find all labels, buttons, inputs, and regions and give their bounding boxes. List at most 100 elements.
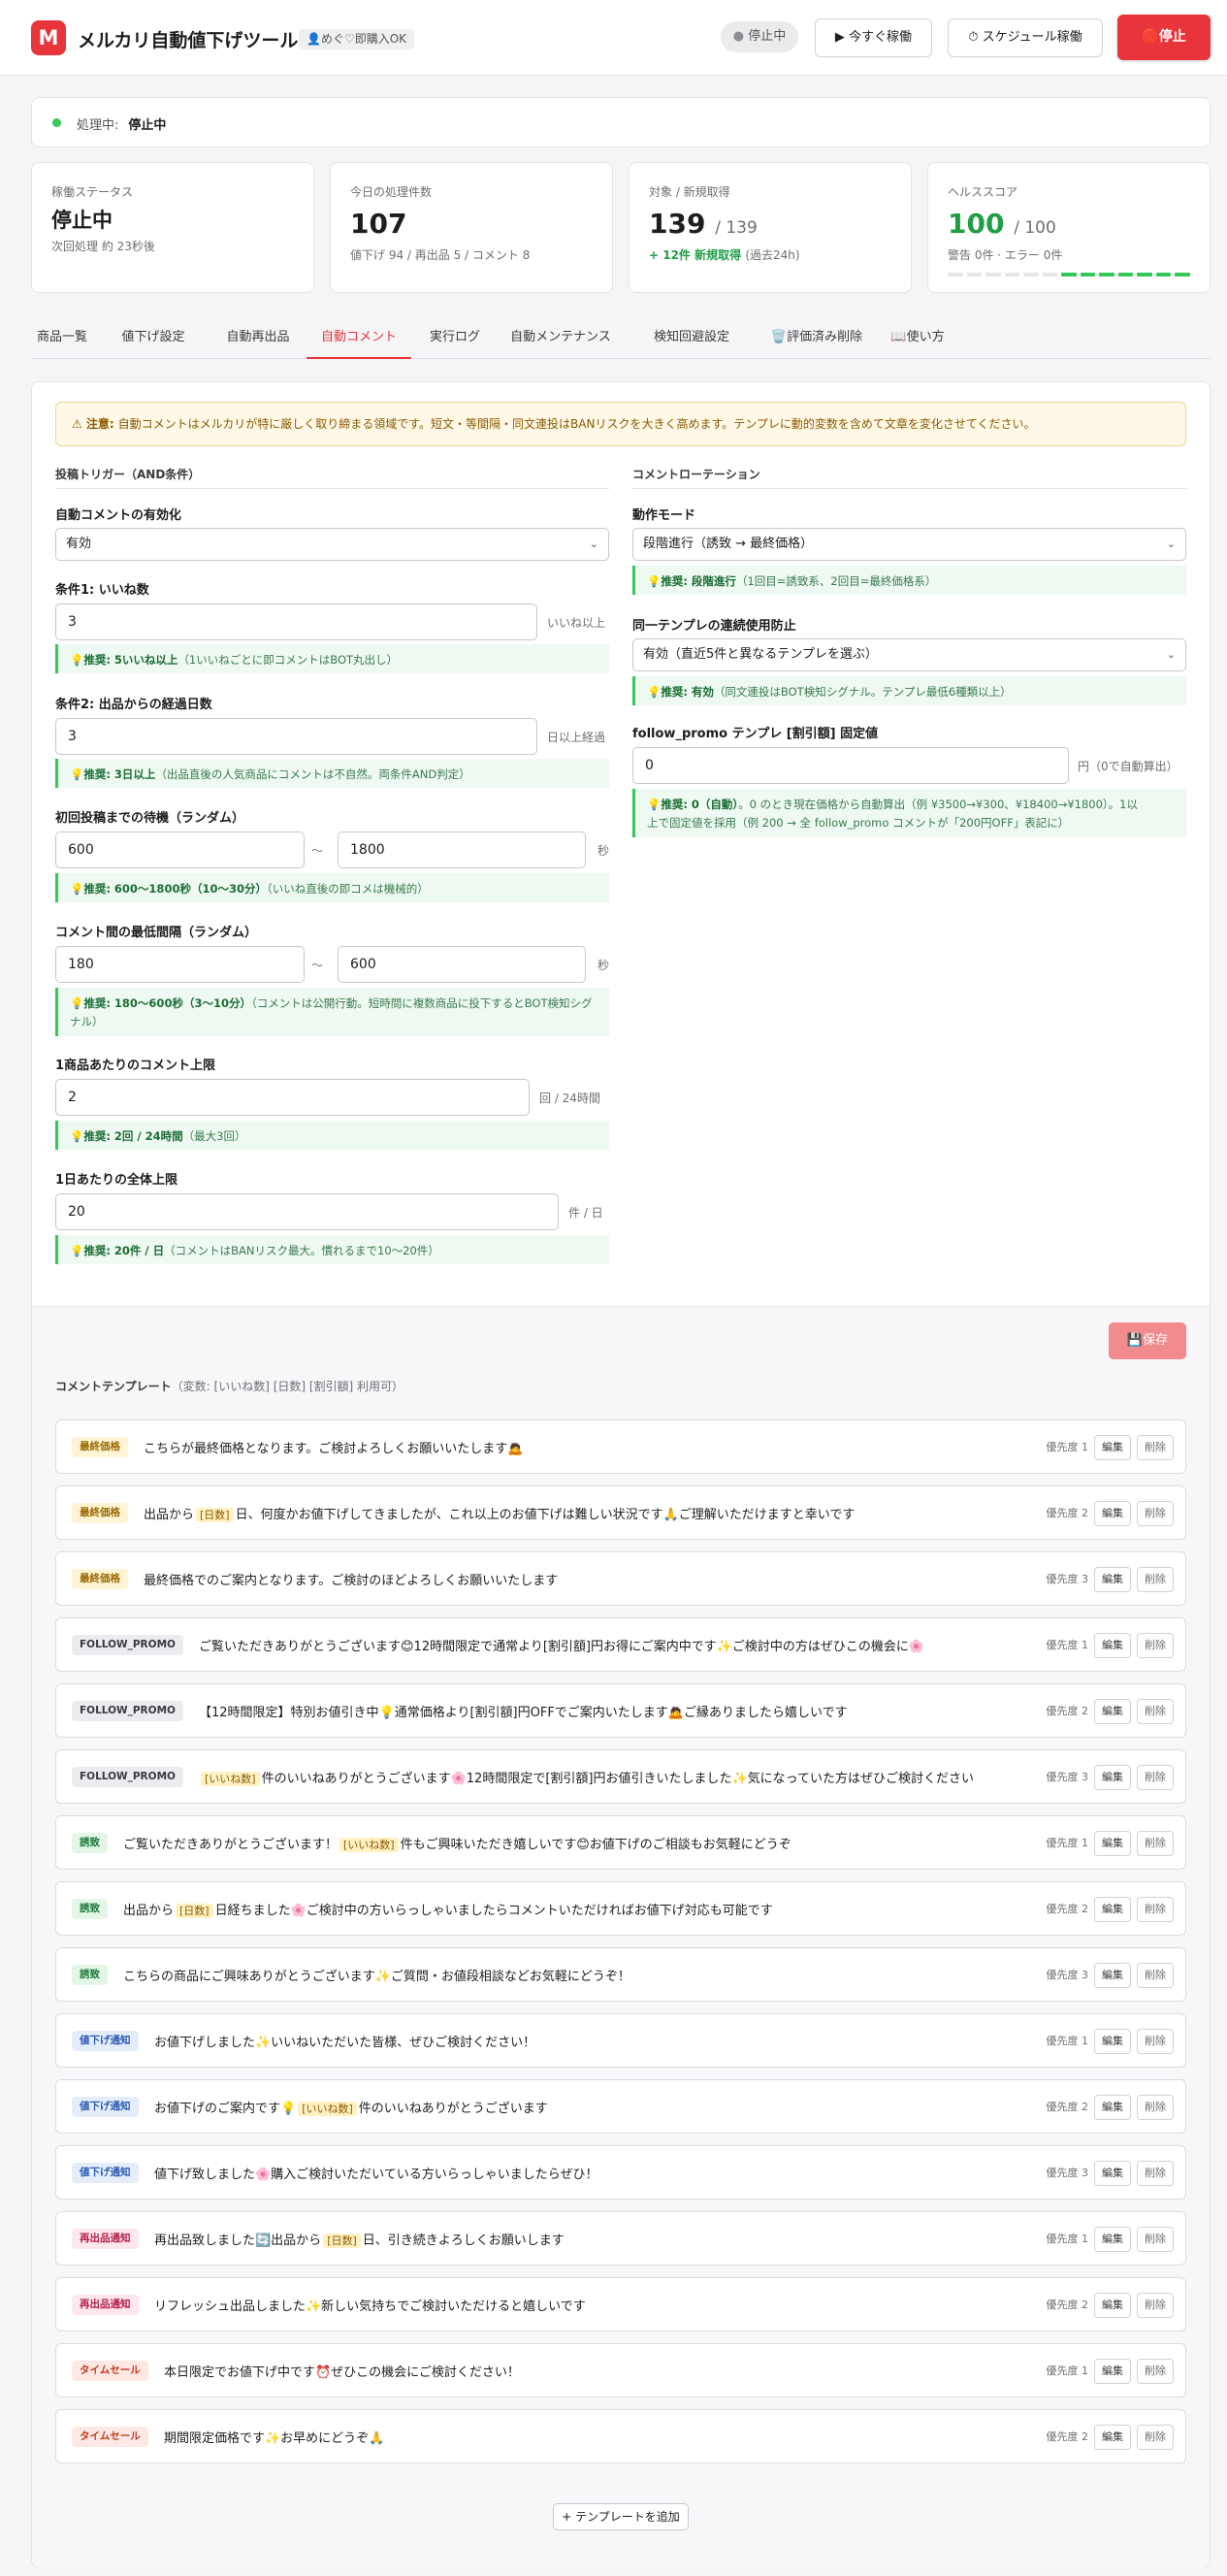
edit-template-button[interactable]: 編集 — [1094, 1501, 1131, 1526]
promo-tip: 💡推奨: 0（自動）。0 のとき現在価格から自動算出（例 ¥3500→¥300、… — [632, 789, 1186, 837]
per-item-unit: 回 / 24時間 — [539, 1092, 600, 1105]
edit-template-button[interactable]: 編集 — [1094, 1633, 1131, 1658]
tab-8[interactable]: 🗑️評価済み削除 — [753, 316, 881, 359]
template-row: 値下げ通知 値下げ致しました🌸購入ご検討いただいている方いらっしゃいましたらぜひ！… — [55, 2145, 1186, 2200]
template-tag: タイムセール — [72, 2427, 148, 2447]
delete-template-button[interactable]: 削除 — [1137, 1633, 1174, 1658]
health-bar-segment — [1099, 273, 1114, 277]
promo-input[interactable]: 0 — [632, 747, 1069, 784]
edit-template-button[interactable]: 編集 — [1094, 1897, 1131, 1922]
wait-unit: 秒 — [597, 844, 610, 858]
edit-template-button[interactable]: 編集 — [1094, 1567, 1131, 1592]
edit-template-button[interactable]: 編集 — [1094, 2425, 1131, 2450]
delete-template-button[interactable]: 削除 — [1137, 1435, 1174, 1460]
delete-template-button[interactable]: 削除 — [1137, 1963, 1174, 1988]
add-template-button[interactable]: + テンプレートを追加 — [553, 2503, 689, 2530]
template-row: 値下げ通知 お値下げのご案内です💡 [いいね数] 件のいいねありがとうございます 優先度… — [55, 2079, 1186, 2134]
schedule-run-button[interactable]: ⏱ スケジュール稼働 — [948, 18, 1103, 57]
chevron-down-icon: ⌄ — [589, 538, 598, 550]
delete-template-button[interactable]: 削除 — [1137, 1831, 1174, 1856]
edit-template-button[interactable]: 編集 — [1094, 1831, 1131, 1856]
tab-9[interactable]: 📖使い方 — [885, 316, 951, 359]
promo-unit: 円（0で自動算出） — [1078, 760, 1179, 773]
delete-template-button[interactable]: 削除 — [1137, 1567, 1174, 1592]
template-priority: 優先度 1 — [1046, 2035, 1089, 2047]
edit-template-button[interactable]: 編集 — [1094, 1699, 1131, 1724]
tab-2[interactable]: 値下げ設定 — [114, 316, 192, 359]
template-tag: 誘致 — [72, 1899, 108, 1919]
tab-6[interactable]: 自動メンテナンス — [497, 316, 625, 359]
edit-template-button[interactable]: 編集 — [1094, 1765, 1131, 1790]
save-button[interactable]: 💾保存 — [1109, 1322, 1186, 1359]
stat-card-health: ヘルススコア 100 / 100 警告 0件 · エラー 0件 — [927, 162, 1211, 293]
repeat-tip: 💡推奨: 有効（同文連投はBOT検知シグナル。テンプレ最低6種類以上） — [632, 676, 1186, 705]
delete-template-button[interactable]: 削除 — [1137, 2161, 1174, 2186]
template-row: 再出品通知 再出品致しました🔄出品から [日数] 日、引き続きよろしくお願いします 優先… — [55, 2211, 1186, 2266]
stat-value: 107 — [350, 208, 407, 240]
delete-template-button[interactable]: 削除 — [1137, 2293, 1174, 2318]
repeat-select[interactable]: 有効（直近5件と異なるテンプレを選ぶ） ⌄ — [632, 638, 1186, 671]
template-row: FOLLOW_PROMO [いいね数] 件のいいねありがとうございます🌸12時間限定… — [55, 1749, 1186, 1804]
interval-min-input[interactable]: 180 — [55, 946, 305, 983]
interval-max-input[interactable]: 600 — [338, 946, 586, 983]
template-tag: 再出品通知 — [72, 2295, 139, 2315]
delete-template-button[interactable]: 削除 — [1137, 2425, 1174, 2450]
edit-template-button[interactable]: 編集 — [1094, 1963, 1131, 1988]
edit-template-button[interactable]: 編集 — [1094, 2359, 1131, 2384]
wait-min-input[interactable]: 600 — [55, 831, 305, 868]
mode-select[interactable]: 段階進行（誘致 → 最終価格） ⌄ — [632, 528, 1186, 561]
edit-template-button[interactable]: 編集 — [1094, 2293, 1131, 2318]
daily-tip: 💡推奨: 20件 / 日（コメントはBANリスク最大。慣れるまで10〜20件） — [55, 1235, 609, 1264]
wait-max-input[interactable]: 1800 — [338, 831, 586, 868]
health-bar — [948, 273, 1190, 277]
divider — [55, 488, 609, 489]
delete-template-button[interactable]: 削除 — [1137, 1699, 1174, 1724]
stat-label: 今日の処理件数 — [350, 185, 433, 199]
template-priority: 優先度 2 — [1046, 2430, 1089, 2443]
template-row: 最終価格 こちらが最終価格となります。ご検討よろしくお願いいたします🙇 優先度 1 編… — [55, 1419, 1186, 1474]
enable-label: 自動コメントの有効化 — [55, 508, 182, 523]
template-text: お値下げのご案内です💡 [いいね数] 件のいいねありがとうございます — [154, 2102, 548, 2116]
delete-template-button[interactable]: 削除 — [1137, 2029, 1174, 2054]
likes-input[interactable]: 3 — [55, 603, 537, 640]
tab-4[interactable]: 自動コメント — [307, 316, 411, 359]
edit-template-button[interactable]: 編集 — [1094, 1435, 1131, 1460]
edit-template-button[interactable]: 編集 — [1094, 2095, 1131, 2120]
processing-bar: 処理中: 停止中 — [31, 97, 1211, 147]
tab-3[interactable]: 自動再出品 — [213, 316, 303, 359]
edit-template-button[interactable]: 編集 — [1094, 2161, 1131, 2186]
template-tag: 値下げ通知 — [72, 2031, 139, 2051]
repeat-label: 同一テンプレの連続使用防止 — [632, 619, 796, 634]
tab-bar: 商品一覧 値下げ設定 自動再出品 自動コメント 実行ログ 自動メンテナンス 検知回避設定 🗑️… — [31, 316, 1211, 359]
tab-7[interactable]: 検知回避設定 — [640, 316, 743, 359]
edit-template-button[interactable]: 編集 — [1094, 2029, 1131, 2054]
per-item-label: 1商品あたりのコメント上限 — [55, 1059, 216, 1073]
edit-template-button[interactable]: 編集 — [1094, 2227, 1131, 2252]
per-item-input[interactable]: 2 — [55, 1079, 530, 1116]
health-bar-segment — [1004, 273, 1020, 277]
delete-template-button[interactable]: 削除 — [1137, 1897, 1174, 1922]
mode-label: 動作モード — [632, 508, 696, 523]
delete-template-button[interactable]: 削除 — [1137, 2359, 1174, 2384]
delete-template-button[interactable]: 削除 — [1137, 1765, 1174, 1790]
delete-template-button[interactable]: 削除 — [1137, 2095, 1174, 2120]
health-bar-segment — [1155, 273, 1172, 277]
template-text: 期間限定価格です✨お早めにどうぞ🙏 — [164, 2431, 385, 2446]
tab-5[interactable]: 実行ログ — [421, 316, 489, 359]
delete-template-button[interactable]: 削除 — [1137, 1501, 1174, 1526]
status-pill-label: 停止中 — [748, 29, 787, 44]
stat-sub: 値下げ 94 / 再出品 5 / コメント 8 — [350, 248, 531, 262]
template-tag: 値下げ通知 — [72, 2163, 139, 2183]
template-tag: 値下げ通知 — [72, 2097, 139, 2117]
run-now-button[interactable]: ▶ 今すぐ稼働 — [815, 18, 932, 57]
template-priority: 優先度 3 — [1046, 1771, 1089, 1783]
tab-1[interactable]: 商品一覧 — [31, 316, 93, 359]
template-tag: 最終価格 — [72, 1569, 128, 1589]
daily-input[interactable]: 20 — [55, 1193, 559, 1230]
delete-template-button[interactable]: 削除 — [1137, 2227, 1174, 2252]
enable-select[interactable]: 有効 ⌄ — [55, 528, 609, 561]
template-row: 誘致 こちらの商品にご興味ありがとうございます✨ご質問・お値段相談などお気軽にどう… — [55, 1947, 1186, 2002]
days-input[interactable]: 3 — [55, 718, 537, 755]
template-text: ご覧いただきありがとうございます！ [いいね数] 件もご興味いただき嬉しいです😊お値… — [123, 1838, 791, 1852]
stop-button[interactable]: 🛑停止 — [1117, 15, 1211, 60]
